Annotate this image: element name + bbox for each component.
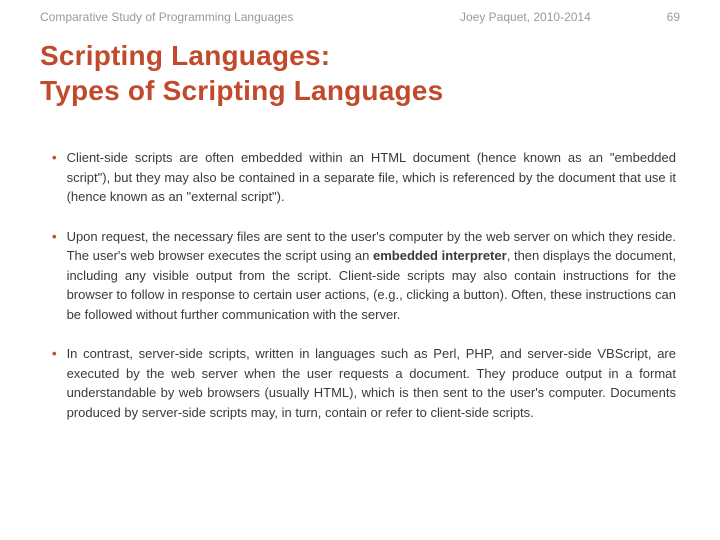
bullet-text: Upon request, the necessary files are se… (67, 227, 676, 325)
bullet-item: • Client-side scripts are often embedded… (52, 148, 676, 207)
bullet-item: • In contrast, server-side scripts, writ… (52, 344, 676, 422)
bullet-icon: • (52, 227, 57, 325)
author-credit: Joey Paquet, 2010-2014 (460, 10, 640, 24)
title-line-2: Types of Scripting Languages (40, 75, 443, 106)
bullet-item: • Upon request, the necessary files are … (52, 227, 676, 325)
bullet-text-pre: In contrast, server-side scripts, writte… (67, 346, 676, 420)
page-number: 69 (640, 10, 680, 24)
slide-body: • Client-side scripts are often embedded… (40, 148, 680, 422)
bullet-text: Client-side scripts are often embedded w… (67, 148, 676, 207)
bullet-text: In contrast, server-side scripts, writte… (67, 344, 676, 422)
slide: Comparative Study of Programming Languag… (0, 0, 720, 540)
course-title: Comparative Study of Programming Languag… (40, 10, 460, 24)
slide-header: Comparative Study of Programming Languag… (40, 10, 680, 24)
bullet-icon: • (52, 344, 57, 422)
bullet-text-bold: embedded interpreter (373, 248, 507, 263)
slide-title: Scripting Languages: Types of Scripting … (40, 38, 680, 108)
title-line-1: Scripting Languages: (40, 40, 330, 71)
bullet-text-pre: Client-side scripts are often embedded w… (67, 150, 676, 204)
bullet-icon: • (52, 148, 57, 207)
